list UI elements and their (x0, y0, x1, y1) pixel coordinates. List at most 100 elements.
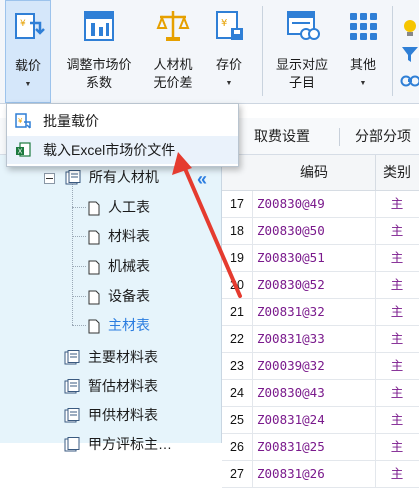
type-cell[interactable]: 主 (375, 326, 419, 352)
tree-item-provisional[interactable]: 暂估材料表 (64, 372, 158, 400)
row-number-cell[interactable]: 20 (222, 272, 253, 298)
table-row[interactable]: 17Z00830@49主 (222, 191, 419, 218)
save-price-button[interactable]: ¥ 存价 ▼ (206, 0, 252, 103)
code-cell[interactable]: Z00831@24 (253, 407, 376, 433)
chevron-down-icon[interactable]: ▼ (360, 80, 367, 87)
tree-item-main-material[interactable]: 主材表 (88, 311, 150, 339)
code-cell[interactable]: Z00831@26 (253, 461, 376, 487)
collapse-panel-icon[interactable]: « (197, 169, 207, 190)
type-cell[interactable]: 主 (375, 299, 419, 325)
menu-item-label: 载入Excel市场价文件 (43, 136, 175, 164)
chevron-down-icon[interactable]: ▼ (25, 81, 32, 88)
row-number-cell[interactable]: 21 (222, 299, 253, 325)
code-cell[interactable]: Z00830@51 (253, 245, 376, 271)
type-cell[interactable]: 主 (375, 407, 419, 433)
table-row[interactable]: 19Z00830@51主 (222, 245, 419, 272)
tree-item-label: 人工表 (108, 199, 150, 215)
label-line1: 人材机 (153, 57, 192, 72)
svg-text:¥: ¥ (20, 19, 26, 29)
other-button[interactable]: 其他 ▼ (340, 0, 386, 103)
table-row[interactable]: 24Z00830@43主 (222, 380, 419, 407)
tree-item-owner-supplied[interactable]: 甲供材料表 (64, 401, 158, 429)
tree-item-owner-bid[interactable]: 甲方评标主… (64, 430, 172, 458)
table-row[interactable]: 20Z00830@52主 (222, 272, 419, 299)
show-subitem-icon (284, 8, 320, 44)
tree-item-material[interactable]: 材料表 (88, 222, 150, 250)
tree-item-key-materials[interactable]: 主要材料表 (64, 343, 158, 371)
load-price-button[interactable]: ¥ 载价 ▼ (5, 0, 51, 103)
show-subitem-button[interactable]: 显示对应 子目 (268, 0, 336, 103)
row-number-cell[interactable]: 23 (222, 353, 253, 379)
row-number-cell[interactable]: 19 (222, 245, 253, 271)
column-header-type[interactable]: 类别 (375, 155, 419, 190)
material-tree: 所有人材机 人工表 材料表 机械表 设备表 主材表 主要材料表 暂估材料表 甲供… (0, 155, 222, 443)
tree-item-labor[interactable]: 人工表 (88, 193, 150, 221)
code-cell[interactable]: Z00830@49 (253, 191, 376, 217)
column-header-code[interactable]: 编码 (253, 155, 376, 190)
table-row[interactable]: 26Z00831@25主 (222, 434, 419, 461)
find-icon[interactable] (400, 72, 419, 90)
tree-item-label: 所有人材机 (89, 169, 159, 185)
table-row[interactable]: 25Z00831@24主 (222, 407, 419, 434)
type-cell[interactable]: 主 (375, 245, 419, 271)
table-row[interactable]: 27Z00831@26主 (222, 461, 419, 488)
folder-doc-icon (64, 350, 80, 366)
type-cell[interactable]: 主 (375, 434, 419, 460)
row-number-cell[interactable]: 27 (222, 461, 253, 487)
row-number-cell[interactable]: 26 (222, 434, 253, 460)
type-cell[interactable]: 主 (375, 191, 419, 217)
code-cell[interactable]: Z00831@33 (253, 326, 376, 352)
other-label: 其他 (340, 56, 386, 74)
adjust-market-price-label: 调整市场价 系数 (57, 56, 141, 92)
excel-import-icon: X (15, 142, 31, 158)
tree-item-all[interactable]: 所有人材机 (44, 163, 159, 191)
chevron-down-icon[interactable]: ▼ (226, 80, 233, 87)
tree-item-label: 机械表 (108, 258, 150, 274)
filter-icon[interactable] (400, 44, 419, 64)
type-cell[interactable]: 主 (375, 272, 419, 298)
type-cell[interactable]: 主 (375, 218, 419, 244)
no-price-diff-button[interactable]: 人材机 无价差 (145, 0, 201, 103)
row-number-cell[interactable]: 22 (222, 326, 253, 352)
document-icon (88, 319, 100, 334)
tree-item-label: 暂估材料表 (88, 378, 158, 394)
code-cell[interactable]: Z00831@25 (253, 434, 376, 460)
menu-item-batch-load[interactable]: ¥ 批量载价 (7, 107, 238, 135)
tree-item-label: 甲方评标主… (88, 436, 172, 452)
code-cell[interactable]: Z00830@52 (253, 272, 376, 298)
tree-item-label: 主要材料表 (88, 349, 158, 365)
load-price-label: 载价 (6, 57, 50, 75)
code-cell[interactable]: Z00830@50 (253, 218, 376, 244)
tree-item-equipment[interactable]: 设备表 (88, 282, 150, 310)
menu-item-excel-import[interactable]: X 载入Excel市场价文件 (7, 136, 238, 164)
tree-item-label: 设备表 (108, 288, 150, 304)
folder-doc-icon (65, 170, 81, 186)
type-cell[interactable]: 主 (375, 380, 419, 406)
tab-sub-items[interactable]: 分部分项 (355, 118, 411, 154)
code-cell[interactable]: Z00039@32 (253, 353, 376, 379)
table-row[interactable]: 21Z00831@32主 (222, 299, 419, 326)
tree-item-machinery[interactable]: 机械表 (88, 252, 150, 280)
bulb-icon[interactable] (400, 18, 419, 38)
ribbon-separator (392, 6, 393, 96)
type-cell[interactable]: 主 (375, 353, 419, 379)
adjust-market-price-icon (81, 8, 117, 44)
ribbon-toolbar: ¥ 载价 ▼ 调整市场价 系数 人材机 无价差 (0, 0, 419, 104)
code-cell[interactable]: Z00830@43 (253, 380, 376, 406)
save-price-label: 存价 (206, 56, 252, 74)
tab-fee-settings[interactable]: 取费设置 (254, 118, 310, 154)
row-number-cell[interactable]: 25 (222, 407, 253, 433)
label-line2: 子目 (289, 75, 315, 90)
table-row[interactable]: 18Z00830@50主 (222, 218, 419, 245)
tab-divider (339, 128, 340, 146)
row-number-cell[interactable]: 24 (222, 380, 253, 406)
table-row[interactable]: 22Z00831@33主 (222, 326, 419, 353)
code-cell[interactable]: Z00831@32 (253, 299, 376, 325)
table-row[interactable]: 23Z00039@32主 (222, 353, 419, 380)
row-number-cell[interactable]: 17 (222, 191, 253, 217)
type-cell[interactable]: 主 (375, 461, 419, 487)
show-subitem-label: 显示对应 子目 (268, 56, 336, 92)
row-number-cell[interactable]: 18 (222, 218, 253, 244)
collapse-node-icon[interactable] (44, 173, 55, 184)
adjust-market-price-button[interactable]: 调整市场价 系数 (57, 0, 141, 103)
